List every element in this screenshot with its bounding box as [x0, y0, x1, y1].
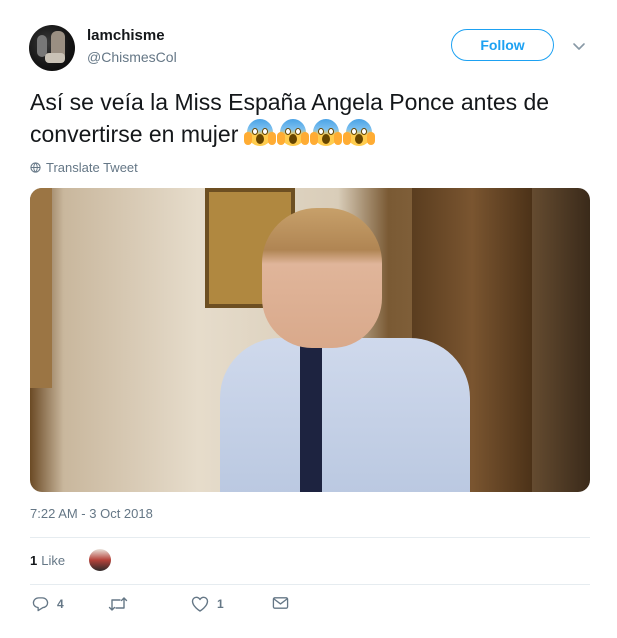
- tweet-text: Así se veía la Miss España Angela Ponce …: [30, 86, 590, 150]
- avatar[interactable]: [29, 25, 75, 71]
- envelope-icon: [272, 597, 289, 609]
- display-name[interactable]: lamchisme: [87, 27, 165, 45]
- avatar-figure: [45, 53, 65, 63]
- retweet-icon: [108, 597, 128, 611]
- translate-label: Translate Tweet: [46, 160, 138, 175]
- scream-emoji-icon: [277, 119, 310, 147]
- reply-button[interactable]: 4: [32, 596, 64, 612]
- like-button[interactable]: 1: [191, 596, 224, 612]
- follow-button[interactable]: Follow: [451, 29, 554, 61]
- likes-count: 1: [30, 552, 38, 568]
- scream-emoji-icon: [310, 119, 343, 147]
- media-detail: [262, 208, 382, 348]
- liker-avatar[interactable]: [89, 549, 111, 571]
- tweet-timestamp[interactable]: 7:22 AM - 3 Oct 2018: [30, 506, 153, 521]
- media-detail: [30, 188, 52, 388]
- scream-emoji-icon: [244, 119, 277, 147]
- chevron-down-icon[interactable]: [571, 38, 587, 54]
- divider: [30, 537, 590, 538]
- likes-label: Like: [41, 552, 66, 568]
- like-count: 1: [217, 597, 224, 611]
- globe-icon: [30, 162, 41, 173]
- emoji-group: [244, 119, 376, 147]
- scream-emoji-icon: [343, 119, 376, 147]
- heart-icon: [191, 596, 209, 612]
- retweet-button[interactable]: [108, 596, 136, 612]
- likes-summary[interactable]: 1 Like: [30, 545, 65, 575]
- user-handle[interactable]: @ChismesCol: [87, 48, 177, 66]
- reply-count: 4: [57, 597, 64, 611]
- media-detail: [300, 338, 322, 492]
- reply-icon: [32, 597, 49, 612]
- tweet-media-image[interactable]: [30, 188, 590, 492]
- divider: [30, 584, 590, 585]
- tweet-actions: 4 1: [30, 596, 330, 618]
- direct-message-button[interactable]: [272, 596, 289, 610]
- translate-tweet-link[interactable]: Translate Tweet: [30, 160, 138, 175]
- media-detail: [220, 338, 470, 492]
